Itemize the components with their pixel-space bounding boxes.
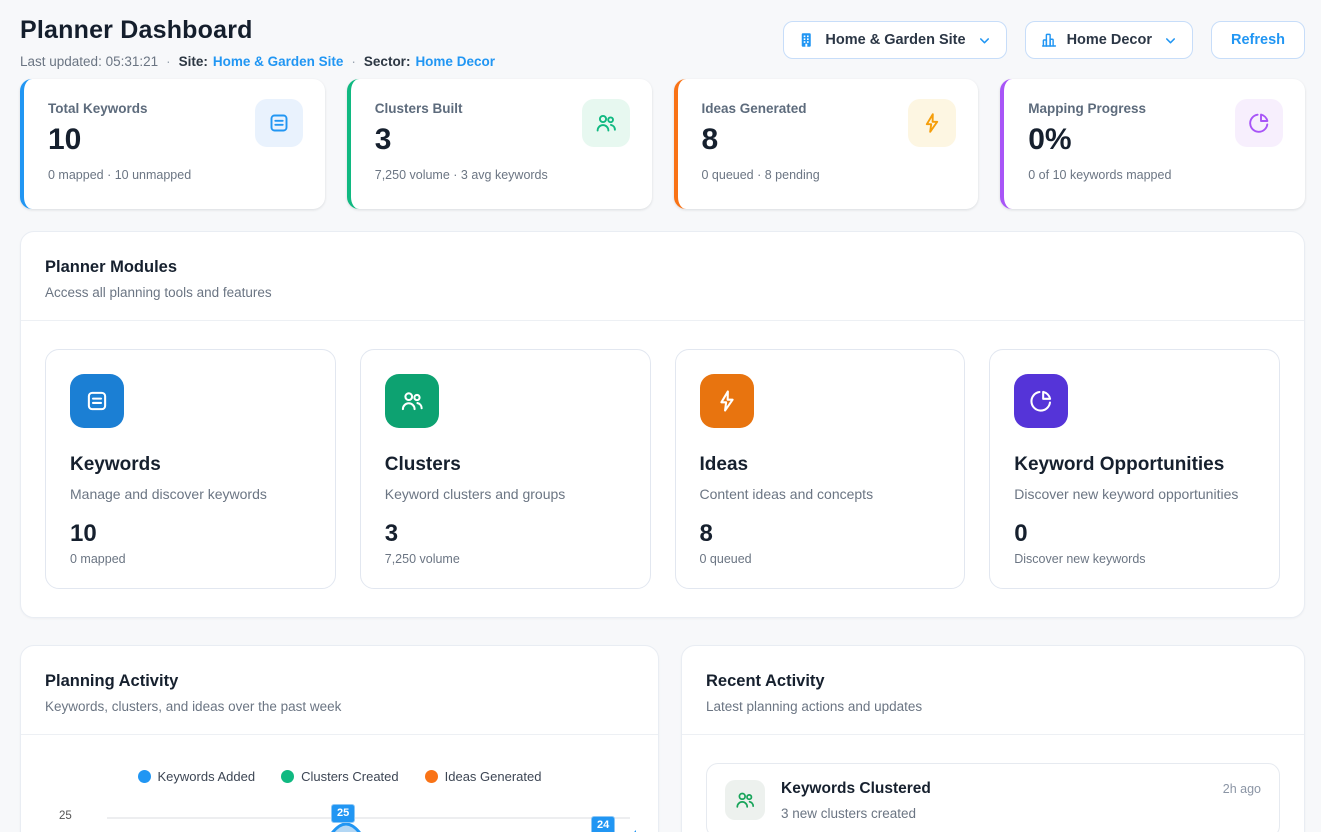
page-header: Planner Dashboard Last updated: 05:31:21… — [0, 0, 1321, 69]
module-card-keyword-opportunities[interactable]: Keyword Opportunities Discover new keywo… — [989, 349, 1280, 589]
module-detail: 0 queued — [700, 552, 941, 566]
site-selector-label: Home & Garden Site — [825, 32, 965, 48]
module-description: Manage and discover keywords — [70, 486, 311, 502]
module-description: Discover new keyword opportunities — [1014, 486, 1255, 502]
meta-separator: · — [351, 54, 356, 69]
legend-item-ideas-generated[interactable]: Ideas Generated — [425, 769, 542, 784]
chevron-down-icon — [977, 33, 992, 48]
module-detail: Discover new keywords — [1014, 552, 1255, 566]
module-title: Keyword Opportunities — [1014, 454, 1255, 476]
legend-dot-green — [281, 770, 294, 783]
module-card-clusters[interactable]: Clusters Keyword clusters and groups 3 7… — [360, 349, 651, 589]
users-icon — [582, 99, 630, 147]
module-value: 8 — [700, 520, 941, 548]
module-card-ideas[interactable]: Ideas Content ideas and concepts 8 0 que… — [675, 349, 966, 589]
stat-detail: 7,250 volume · 3 avg keywords — [375, 168, 628, 182]
page-title: Planner Dashboard — [20, 16, 495, 45]
activity-item-timestamp: 2h ago — [1223, 780, 1261, 796]
users-icon — [385, 374, 439, 428]
chevron-down-icon — [1163, 33, 1178, 48]
refresh-button[interactable]: Refresh — [1211, 21, 1305, 59]
module-title: Ideas — [700, 454, 941, 476]
building-icon — [798, 31, 816, 49]
module-description: Keyword clusters and groups — [385, 486, 626, 502]
header-meta: Last updated: 05:31:21 · Site: Home & Ga… — [20, 54, 495, 69]
pie-chart-icon — [1014, 374, 1068, 428]
stat-detail: 0 queued · 8 pending — [702, 168, 955, 182]
legend-dot-blue — [138, 770, 151, 783]
sector-selector-dropdown[interactable]: Home Decor — [1025, 21, 1193, 59]
bottom-row: Planning Activity Keywords, clusters, an… — [20, 645, 1305, 832]
data-label-25: 25 — [331, 804, 355, 823]
module-title: Clusters — [385, 454, 626, 476]
legend-label: Keywords Added — [158, 769, 256, 784]
data-label-24: 24 — [591, 816, 615, 832]
legend-label: Ideas Generated — [445, 769, 542, 784]
stat-card-mapping-progress: Mapping Progress 0% 0 of 10 keywords map… — [1000, 79, 1305, 209]
recent-panel-subtitle: Latest planning actions and updates — [706, 699, 1280, 714]
module-detail: 7,250 volume — [385, 552, 626, 566]
stats-row: Total Keywords 10 0 mapped · 10 unmapped… — [20, 79, 1305, 209]
activity-panel-subtitle: Keywords, clusters, and ideas over the p… — [45, 699, 634, 714]
sector-label: Sector: — [364, 54, 411, 69]
activity-item-description: 3 new clusters created — [781, 806, 931, 821]
modules-panel-title: Planner Modules — [45, 258, 1280, 277]
activity-item-keywords-clustered[interactable]: Keywords Clustered 3 new clusters create… — [706, 763, 1280, 832]
stat-detail: 0 of 10 keywords mapped — [1028, 168, 1281, 182]
divider — [21, 734, 658, 735]
activity-panel-title: Planning Activity — [45, 672, 634, 691]
bar-chart-icon — [1040, 31, 1058, 49]
header-actions: Home & Garden Site Home Decor Refresh — [783, 21, 1305, 59]
activity-item-title: Keywords Clustered — [781, 780, 931, 798]
modules-panel-header: Planner Modules Access all planning tool… — [21, 232, 1304, 320]
stat-detail: 0 mapped · 10 unmapped — [48, 168, 301, 182]
chart-legend: Keywords Added Clusters Created Ideas Ge… — [21, 769, 658, 784]
divider — [682, 734, 1304, 735]
site-link[interactable]: Home & Garden Site — [213, 54, 344, 69]
activity-panel-header: Planning Activity Keywords, clusters, an… — [21, 646, 658, 734]
site-selector-dropdown[interactable]: Home & Garden Site — [783, 21, 1006, 59]
pie-chart-icon — [1235, 99, 1283, 147]
module-title: Keywords — [70, 454, 311, 476]
recent-panel-header: Recent Activity Latest planning actions … — [682, 646, 1304, 734]
module-value: 3 — [385, 520, 626, 548]
stat-card-clusters-built: Clusters Built 3 7,250 volume · 3 avg ke… — [347, 79, 652, 209]
module-detail: 0 mapped — [70, 552, 311, 566]
lightning-icon — [908, 99, 956, 147]
module-value: 10 — [70, 520, 311, 548]
stat-card-ideas-generated: Ideas Generated 8 0 queued · 8 pending — [674, 79, 979, 209]
modules-grid: Keywords Manage and discover keywords 10… — [21, 321, 1304, 617]
document-icon — [255, 99, 303, 147]
meta-separator: · — [166, 54, 171, 69]
module-card-keywords[interactable]: Keywords Manage and discover keywords 10… — [45, 349, 336, 589]
lightning-icon — [700, 374, 754, 428]
activity-chart: 25 25 24 — [45, 798, 634, 832]
legend-item-clusters-created[interactable]: Clusters Created — [281, 769, 399, 784]
document-icon — [70, 374, 124, 428]
module-description: Content ideas and concepts — [700, 486, 941, 502]
recent-activity-panel: Recent Activity Latest planning actions … — [681, 645, 1305, 832]
site-label: Site: — [179, 54, 208, 69]
module-value: 0 — [1014, 520, 1255, 548]
last-updated-text: Last updated: 05:31:21 — [20, 54, 158, 69]
legend-item-keywords-added[interactable]: Keywords Added — [138, 769, 256, 784]
planning-activity-panel: Planning Activity Keywords, clusters, an… — [20, 645, 659, 832]
legend-dot-orange — [425, 770, 438, 783]
stat-card-total-keywords: Total Keywords 10 0 mapped · 10 unmapped — [20, 79, 325, 209]
sector-link[interactable]: Home Decor — [415, 54, 495, 69]
legend-label: Clusters Created — [301, 769, 399, 784]
users-icon — [725, 780, 765, 820]
header-left: Planner Dashboard Last updated: 05:31:21… — [20, 16, 495, 69]
planner-modules-panel: Planner Modules Access all planning tool… — [20, 231, 1305, 618]
recent-panel-title: Recent Activity — [706, 672, 1280, 691]
sector-selector-label: Home Decor — [1067, 32, 1152, 48]
activity-item-texts: Keywords Clustered 3 new clusters create… — [781, 780, 931, 821]
modules-panel-subtitle: Access all planning tools and features — [45, 285, 1280, 300]
